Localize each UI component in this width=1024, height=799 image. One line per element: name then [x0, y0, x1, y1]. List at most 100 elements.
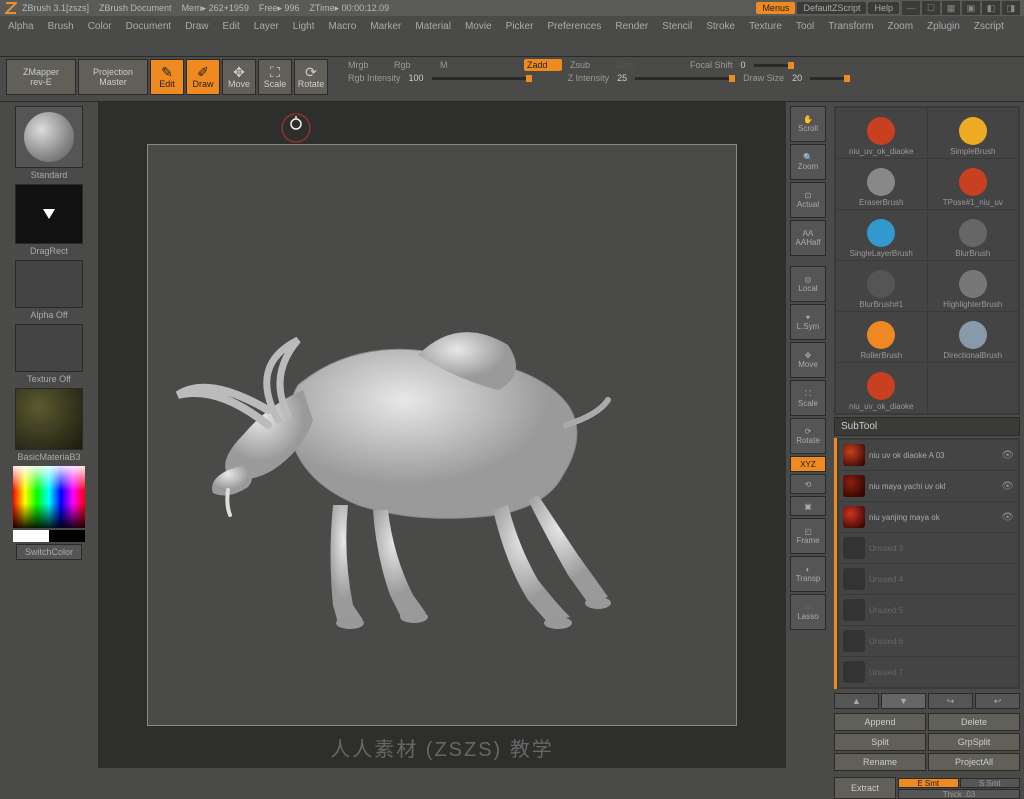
- menu-tool[interactable]: Tool: [796, 20, 814, 34]
- subtool-up-button[interactable]: ▲: [834, 693, 879, 709]
- aahalf-button[interactable]: AAAAHalf: [790, 220, 826, 256]
- ssmt-toggle[interactable]: S Smt: [960, 778, 1021, 788]
- scale-button[interactable]: ⛶Scale: [258, 59, 292, 95]
- zcut-toggle[interactable]: Zcut: [616, 60, 654, 70]
- menu-texture[interactable]: Texture: [749, 20, 782, 34]
- menu-document[interactable]: Document: [126, 20, 172, 34]
- focal-shift-slider[interactable]: [754, 64, 794, 67]
- split-button[interactable]: Split: [834, 733, 926, 751]
- thick-value[interactable]: Thick .03: [898, 789, 1020, 799]
- frame-button[interactable]: ◰Frame: [790, 518, 826, 554]
- brush-cell-3[interactable]: TPose#1_niu_uv: [928, 159, 1019, 209]
- subtool-item-7[interactable]: Unused 7: [839, 657, 1018, 687]
- brush-cell-8[interactable]: RollerBrush: [836, 312, 927, 362]
- brush-cell-6[interactable]: BlurBrush#1: [836, 261, 927, 311]
- menu-macro[interactable]: Macro: [328, 20, 356, 34]
- brush-cell-11[interactable]: [928, 363, 1019, 413]
- brush-cell-0[interactable]: niu_uv_ok_diaoke: [836, 108, 927, 158]
- zoom-button[interactable]: 🔍Zoom: [790, 144, 826, 180]
- window-layout2-icon[interactable]: ▣: [962, 1, 980, 15]
- projectall-button[interactable]: ProjectAll: [928, 753, 1020, 771]
- rotate-button[interactable]: ⟳Rotate: [294, 59, 328, 95]
- local-button[interactable]: ◎Local: [790, 266, 826, 302]
- scale-tool-button[interactable]: ⛶Scale: [790, 380, 826, 416]
- subtool-item-6[interactable]: Unused 6: [839, 626, 1018, 656]
- scroll-button[interactable]: ✋Scroll: [790, 106, 826, 142]
- menu-preferences[interactable]: Preferences: [547, 20, 601, 34]
- rename-button[interactable]: Rename: [834, 753, 926, 771]
- menu-render[interactable]: Render: [615, 20, 648, 34]
- xyz-button[interactable]: XYZ: [790, 456, 826, 472]
- grpsplit-button[interactable]: GrpSplit: [928, 733, 1020, 751]
- transp-button[interactable]: ◐Transp: [790, 556, 826, 592]
- menu-stencil[interactable]: Stencil: [662, 20, 692, 34]
- brush-cell-10[interactable]: niu_uv_ok_diaoke: [836, 363, 927, 413]
- window-max-icon[interactable]: ☐: [922, 1, 940, 15]
- brush-cell-2[interactable]: EraserBrush: [836, 159, 927, 209]
- brush-cell-1[interactable]: SimpleBrush: [928, 108, 1019, 158]
- rotate-tool-button[interactable]: ⟳Rotate: [790, 418, 826, 454]
- menu-picker[interactable]: Picker: [506, 20, 534, 34]
- lasso-button[interactable]: ◌Lasso: [790, 594, 826, 630]
- window-layout4-icon[interactable]: ◨: [1002, 1, 1020, 15]
- brush-cell-4[interactable]: SingleLayerBrush: [836, 210, 927, 260]
- lsym-button[interactable]: ✦L.Sym: [790, 304, 826, 340]
- mrgb-toggle[interactable]: Mrgb: [348, 60, 386, 70]
- color-swatch[interactable]: [13, 530, 85, 542]
- z-intensity-slider[interactable]: [635, 77, 735, 80]
- menu-color[interactable]: Color: [88, 20, 112, 34]
- zmapper-button[interactable]: ZMapper rev-E: [6, 59, 76, 95]
- subtool-down-button[interactable]: ▼: [881, 693, 926, 709]
- stroke-thumbnail[interactable]: [15, 184, 83, 244]
- menu-stroke[interactable]: Stroke: [706, 20, 735, 34]
- switch-color-button[interactable]: SwitchColor: [16, 544, 82, 560]
- menu-draw[interactable]: Draw: [185, 20, 208, 34]
- subtool-forward-button[interactable]: ↪: [928, 693, 973, 709]
- menus-button[interactable]: Menus: [756, 2, 795, 14]
- subtool-item-3[interactable]: Unused 3: [839, 533, 1018, 563]
- menu-layer[interactable]: Layer: [254, 20, 279, 34]
- edit-button[interactable]: ✎Edit: [150, 59, 184, 95]
- rgb-toggle[interactable]: Rgb: [394, 60, 432, 70]
- rgb-intensity-slider[interactable]: [432, 77, 532, 80]
- window-layout3-icon[interactable]: ◧: [982, 1, 1000, 15]
- menu-brush[interactable]: Brush: [48, 20, 74, 34]
- draw-size-slider[interactable]: [810, 77, 850, 80]
- move-button[interactable]: ✥Move: [222, 59, 256, 95]
- delete-button[interactable]: Delete: [928, 713, 1020, 731]
- menu-zplugin[interactable]: Zplugin: [927, 20, 960, 34]
- help-button[interactable]: Help: [868, 2, 899, 14]
- move-tool-button[interactable]: ✥Move: [790, 342, 826, 378]
- floor-button[interactable]: ▣: [790, 496, 826, 516]
- subtool-item-4[interactable]: Unused 4: [839, 564, 1018, 594]
- subtool-back-button[interactable]: ↩: [975, 693, 1020, 709]
- brush-cell-5[interactable]: BlurBrush: [928, 210, 1019, 260]
- window-layout1-icon[interactable]: ▦: [942, 1, 960, 15]
- zsub-toggle[interactable]: Zsub: [570, 60, 608, 70]
- subtool-item-5[interactable]: Unused 5: [839, 595, 1018, 625]
- brush-cell-7[interactable]: HighlighterBrush: [928, 261, 1019, 311]
- menu-edit[interactable]: Edit: [223, 20, 240, 34]
- window-min-icon[interactable]: —: [902, 1, 920, 15]
- extract-button[interactable]: Extract: [834, 777, 896, 799]
- menu-transform[interactable]: Transform: [828, 20, 873, 34]
- append-button[interactable]: Append: [834, 713, 926, 731]
- menu-light[interactable]: Light: [293, 20, 315, 34]
- esmt-toggle[interactable]: E Smt: [898, 778, 959, 788]
- persp-button[interactable]: ⟲: [790, 474, 826, 494]
- visibility-icon[interactable]: 👁: [1001, 450, 1014, 461]
- subtool-item-0[interactable]: niu uv ok diaoke A 03👁: [839, 440, 1018, 470]
- menu-zscript[interactable]: Zscript: [974, 20, 1004, 34]
- menu-marker[interactable]: Marker: [370, 20, 401, 34]
- texture-thumbnail[interactable]: [15, 324, 83, 372]
- brush-thumbnail[interactable]: [15, 106, 83, 168]
- subtool-item-1[interactable]: niu maya yachi uv okl👁: [839, 471, 1018, 501]
- projection-master-button[interactable]: Projection Master: [78, 59, 148, 95]
- subtool-item-2[interactable]: niu yanjing maya ok👁: [839, 502, 1018, 532]
- alpha-thumbnail[interactable]: [15, 260, 83, 308]
- script-button[interactable]: DefaultZScript: [797, 2, 866, 14]
- visibility-icon[interactable]: 👁: [1001, 512, 1014, 523]
- menu-alpha[interactable]: Alpha: [8, 20, 34, 34]
- visibility-icon[interactable]: 👁: [1001, 481, 1014, 492]
- menu-movie[interactable]: Movie: [465, 20, 492, 34]
